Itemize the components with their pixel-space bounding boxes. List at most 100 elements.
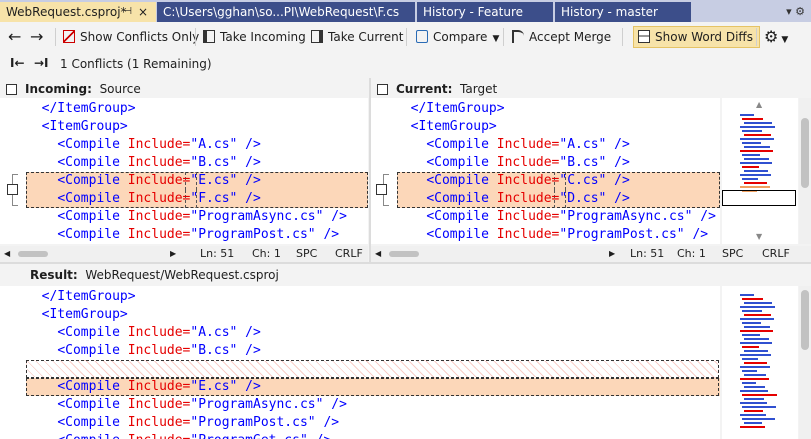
- code-token: />: [606, 173, 630, 188]
- code-line: <Compile Include="C.cs" />: [395, 172, 630, 190]
- minimap-line: [742, 166, 759, 168]
- code-token: />: [606, 191, 630, 206]
- code-token: />: [237, 343, 261, 358]
- code-token: <Compile: [57, 415, 128, 430]
- code-token: Include=: [496, 209, 560, 224]
- minimap-line: [740, 426, 765, 428]
- whitespace-indicator: SPC: [296, 247, 318, 260]
- scroll-right-icon[interactable]: ▶: [609, 246, 615, 262]
- minimap-line: [744, 314, 771, 316]
- pin-icon[interactable]: ⊣: [123, 2, 132, 22]
- toolbar-separator: [406, 28, 407, 46]
- code-token: />: [323, 397, 347, 412]
- horizontal-scrollbar[interactable]: [389, 251, 419, 257]
- code-token: <Compile: [57, 155, 128, 170]
- current-editor[interactable]: </ItemGroup> <ItemGroup> <Compile Includ…: [371, 98, 720, 244]
- current-conflict-checkbox[interactable]: [376, 184, 387, 195]
- scroll-right-icon[interactable]: ▶: [170, 246, 176, 262]
- next-conflict-icon[interactable]: →I: [34, 56, 49, 70]
- code-token: <Compile: [57, 191, 128, 206]
- scroll-down-icon[interactable]: ▼: [756, 232, 762, 241]
- code-line: <Compile Include="B.cs" />: [26, 342, 261, 360]
- minimap-line: [744, 386, 765, 388]
- tab-history-master[interactable]: History - master: [555, 2, 691, 22]
- code-line: <Compile Include="A.cs" />: [395, 136, 630, 154]
- merge-toolbar: ← → Show Conflicts Only Take Incoming Ta…: [0, 22, 811, 53]
- incoming-select-all-checkbox[interactable]: [6, 84, 17, 95]
- scroll-left-icon[interactable]: ◀: [4, 246, 10, 262]
- code-token: />: [315, 227, 340, 242]
- scroll-left-icon[interactable]: ◀: [375, 246, 381, 262]
- settings-gear-icon[interactable]: ⚙ ▼: [764, 27, 788, 47]
- toolbar-separator: [503, 28, 504, 46]
- take-incoming-icon: [203, 30, 215, 43]
- minimap-line: [744, 398, 764, 400]
- current-label: Current:: [396, 82, 453, 96]
- take-current-button[interactable]: Take Current: [311, 27, 404, 47]
- tab-history-feature[interactable]: History - Feature: [417, 2, 553, 22]
- minimap-line: [742, 358, 758, 360]
- code-token: />: [237, 379, 261, 394]
- incoming-conflict-checkbox[interactable]: [7, 184, 18, 195]
- code-token: />: [237, 173, 261, 188]
- show-word-diffs-toggle[interactable]: Show Word Diffs: [633, 26, 760, 48]
- code-token: <ItemGroup>: [41, 307, 128, 322]
- minimap-line: [744, 170, 768, 172]
- code-line: <Compile Include="B.cs" />: [395, 154, 630, 172]
- code-line: <Compile Include="E.cs" />: [26, 378, 261, 396]
- code-token: "D.cs": [559, 191, 607, 206]
- show-conflicts-only-button[interactable]: Show Conflicts Only: [63, 27, 199, 47]
- close-icon[interactable]: ×: [138, 2, 148, 22]
- code-token: "A.cs": [190, 325, 238, 340]
- chevron-down-icon: ▼: [492, 34, 500, 44]
- whitespace-indicator: SPC: [722, 247, 744, 260]
- minimap-line: [742, 394, 777, 396]
- code-token: <ItemGroup>: [410, 119, 497, 134]
- vertical-scrollbar[interactable]: [799, 286, 811, 439]
- tab-webrequest-csproj[interactable]: WebRequest.csproj* ⊣ ×: [0, 2, 156, 22]
- take-incoming-button[interactable]: Take Incoming: [203, 27, 306, 47]
- compare-dropdown[interactable]: Compare ▼: [416, 27, 499, 47]
- current-select-all-checkbox[interactable]: [377, 84, 388, 95]
- toolbar-separator: [195, 28, 196, 46]
- tab-f-cs[interactable]: C:\Users\gghan\so...PI\WebRequest\F.cs: [157, 2, 415, 22]
- accept-merge-button[interactable]: Accept Merge: [512, 27, 611, 47]
- minimap-line: [744, 374, 766, 376]
- take-current-label: Take Current: [328, 30, 404, 44]
- tab-overflow-menu[interactable]: ▾ ⚙: [786, 2, 805, 22]
- code-token: <Compile: [426, 227, 497, 242]
- code-token: Include=: [127, 379, 191, 394]
- incoming-editor[interactable]: </ItemGroup> <ItemGroup> <Compile Includ…: [0, 98, 368, 244]
- minimap-viewport[interactable]: [722, 190, 796, 206]
- horizontal-scrollbar[interactable]: [18, 251, 48, 257]
- current-minimap[interactable]: ▲ ▼: [722, 98, 798, 244]
- vertical-scrollbar[interactable]: [799, 98, 811, 244]
- show-conflicts-only-label: Show Conflicts Only: [80, 30, 200, 44]
- scroll-up-icon[interactable]: ▲: [756, 100, 762, 109]
- code-line: <ItemGroup>: [26, 118, 128, 136]
- minimap-line: [744, 326, 770, 328]
- code-line: <Compile Include="B.cs" />: [26, 154, 261, 172]
- forward-arrow-icon[interactable]: →: [30, 27, 43, 47]
- code-token: Include=: [128, 433, 191, 439]
- scroll-thumb[interactable]: [801, 118, 809, 188]
- previous-conflict-icon[interactable]: I←: [10, 56, 25, 70]
- code-line: <Compile Include="ProgramPost.cs" />: [26, 226, 339, 244]
- scroll-thumb[interactable]: [801, 290, 809, 350]
- back-arrow-icon[interactable]: ←: [8, 27, 21, 47]
- code-token: />: [692, 209, 716, 224]
- minimap-line: [744, 302, 772, 304]
- minimap-line: [744, 182, 767, 184]
- word-diff-icon: [638, 30, 650, 43]
- minimap-line: [744, 362, 767, 364]
- code-token: <Compile: [426, 137, 497, 152]
- result-minimap[interactable]: [722, 286, 798, 439]
- result-editor[interactable]: </ItemGroup> <ItemGroup> <Compile Includ…: [0, 286, 720, 439]
- code-token: />: [237, 155, 261, 170]
